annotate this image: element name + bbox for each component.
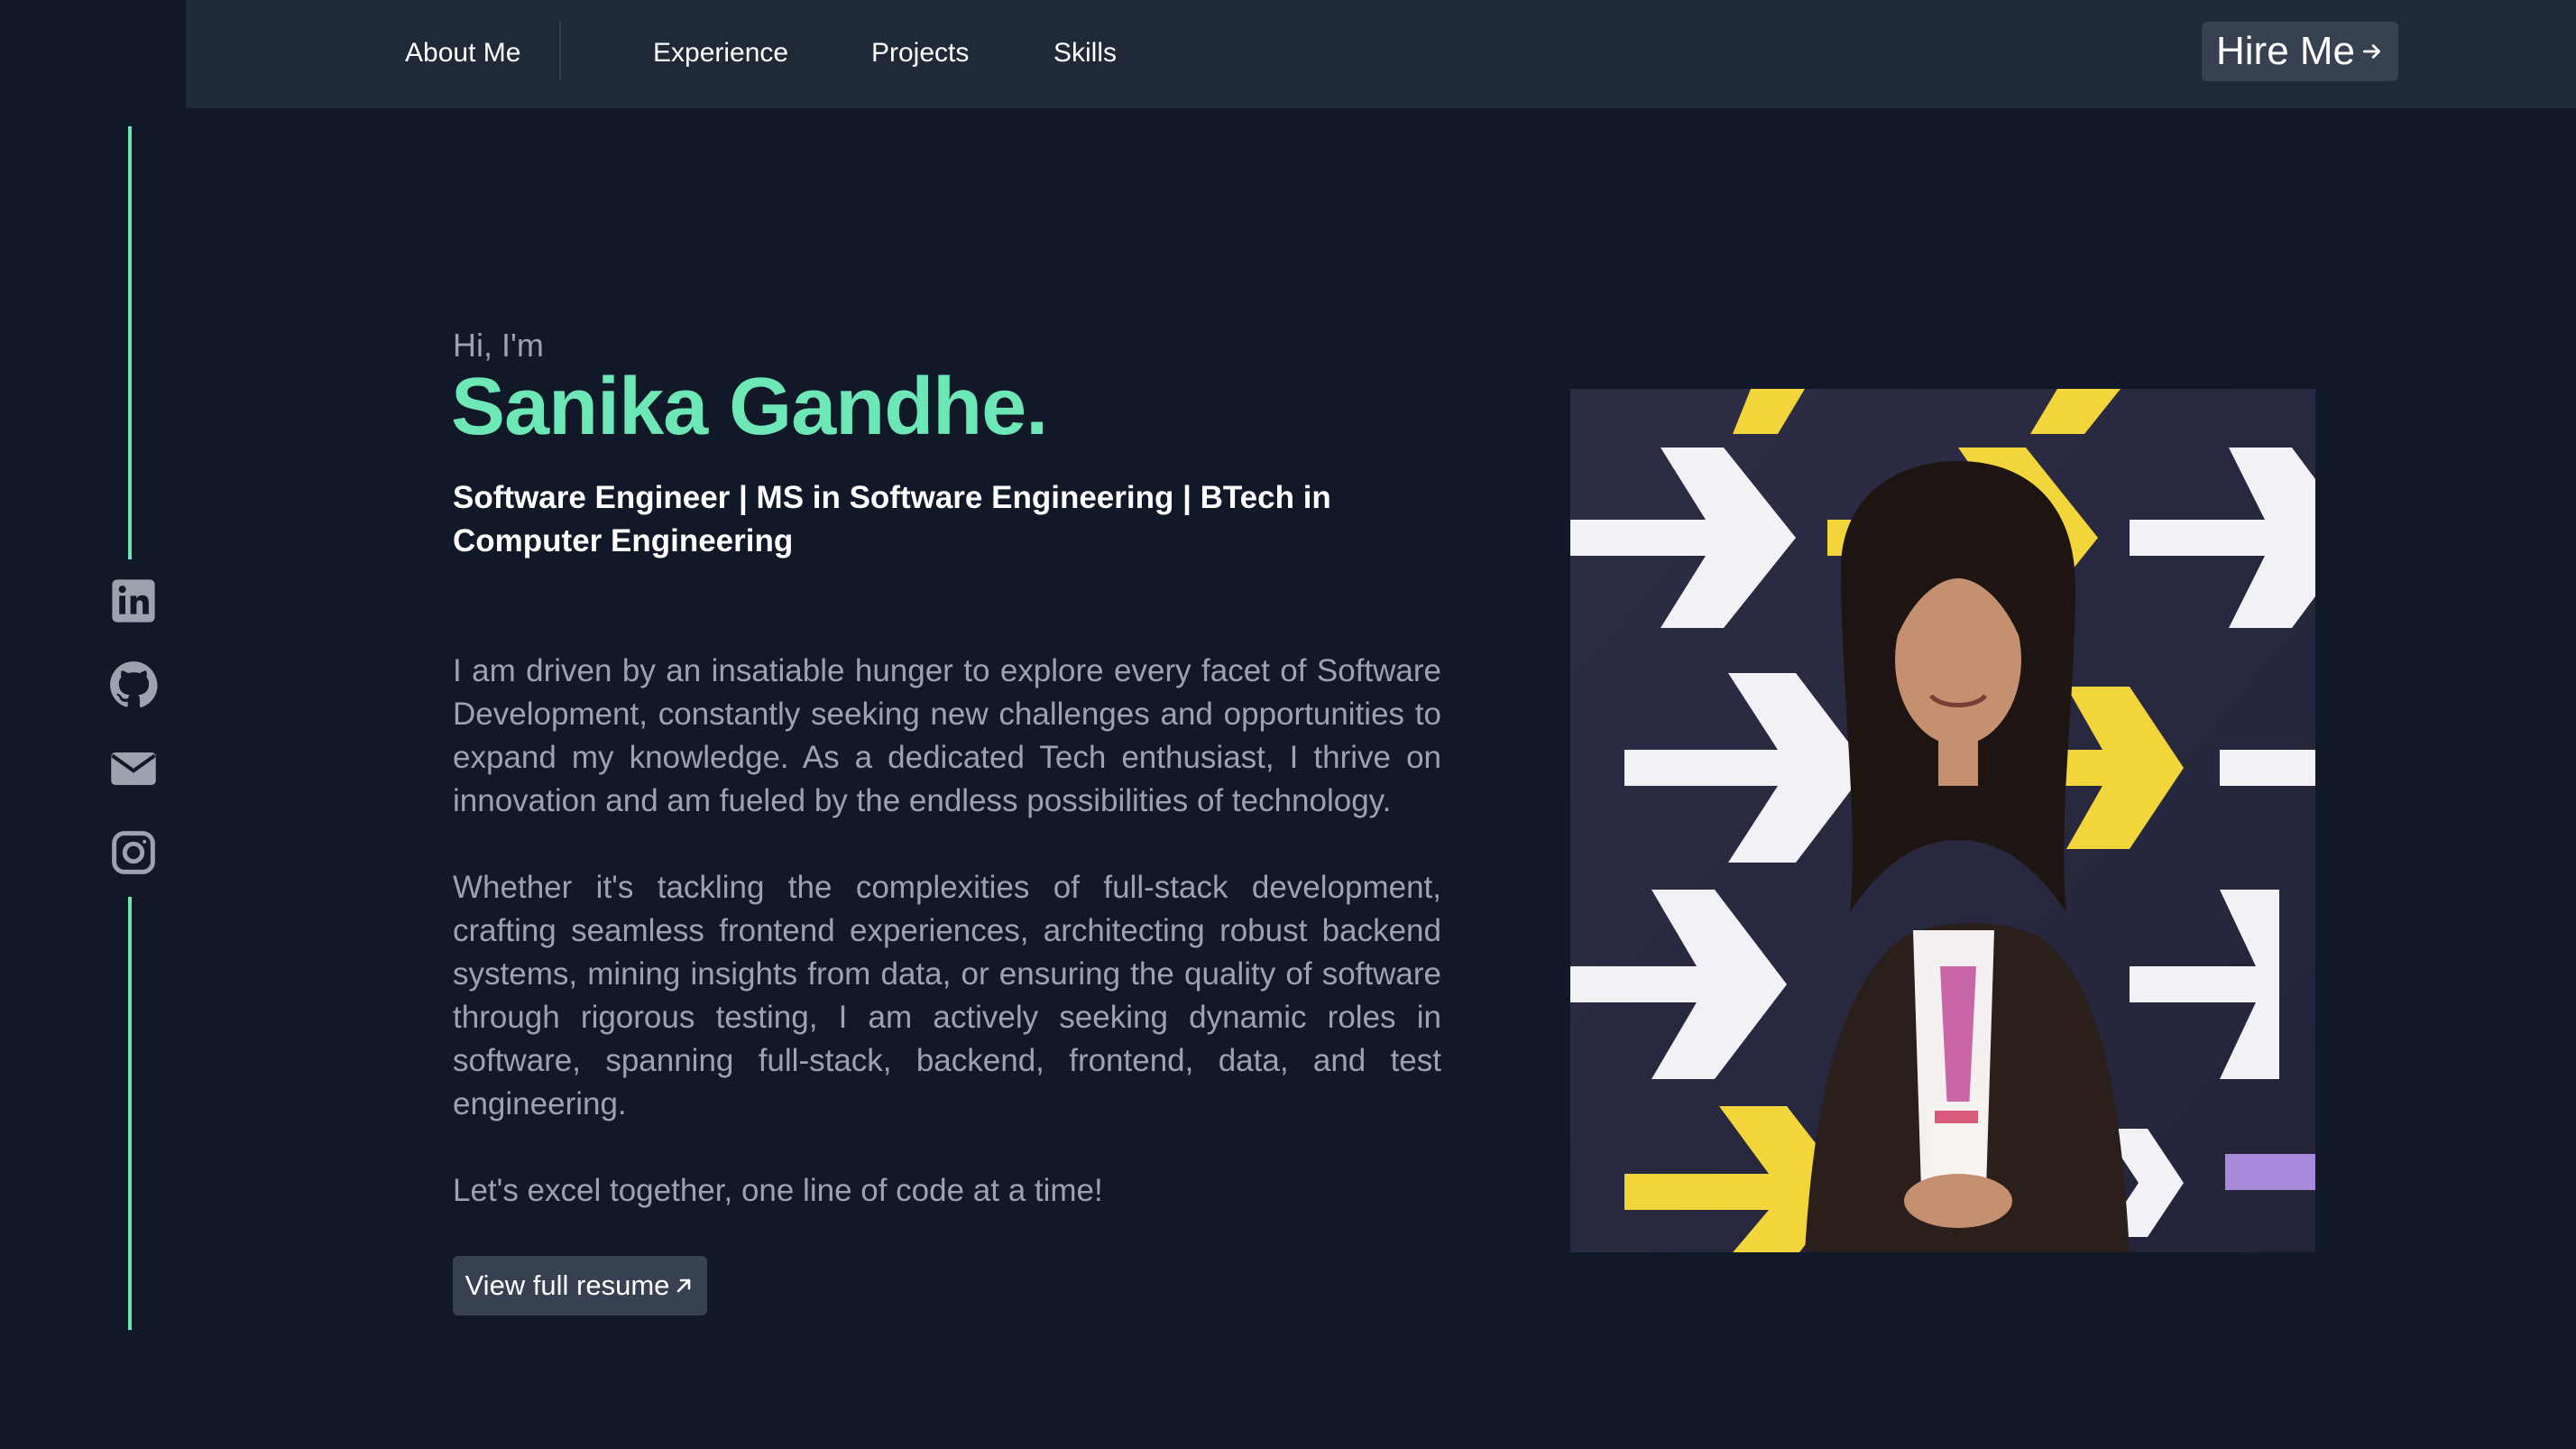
nav-link-skills[interactable]: Skills [1053,32,1117,74]
nav-link-projects[interactable]: Projects [871,32,969,74]
github-icon [110,661,158,708]
view-resume-label: View full resume [465,1269,670,1301]
github-link[interactable] [106,658,161,712]
hire-me-label: Hire Me [2215,29,2356,73]
rail-line-bottom [128,897,132,1330]
nav-link-about-me[interactable]: About Me [405,32,520,74]
instagram-link[interactable] [106,826,161,880]
linkedin-link[interactable] [106,574,161,628]
rail-line-top [128,126,132,559]
hire-me-button[interactable]: Hire Me [2202,22,2398,81]
top-navbar: About Me Experience Projects Skills Hire… [186,0,2576,108]
bio-paragraph-3: Let's excel together, one line of code a… [453,1173,1103,1208]
page: About Me Experience Projects Skills Hire… [0,0,2576,1449]
external-link-arrow-icon [677,1278,691,1293]
profile-photo-illustration [1570,389,2315,1252]
view-resume-button[interactable]: View full resume [453,1256,707,1315]
instagram-icon [112,831,155,874]
nav-link-experience[interactable]: Experience [653,32,788,74]
arrow-right-icon [2362,44,2380,59]
hero-headline: Software Engineer | MS in Software Engin… [453,480,1331,558]
hero-name: Sanika Gandhe. [451,362,1048,452]
email-link[interactable] [106,742,161,796]
bio-paragraph-1: I am driven by an insatiable hunger to e… [453,653,1441,818]
nav-divider [559,22,561,79]
profile-photo [1570,389,2315,1252]
greeting-text: Hi, I'm [453,327,544,364]
mail-icon [111,752,156,785]
bio-paragraph-2: Whether it's tackling the complexities o… [453,870,1441,1121]
linkedin-icon [112,579,155,623]
